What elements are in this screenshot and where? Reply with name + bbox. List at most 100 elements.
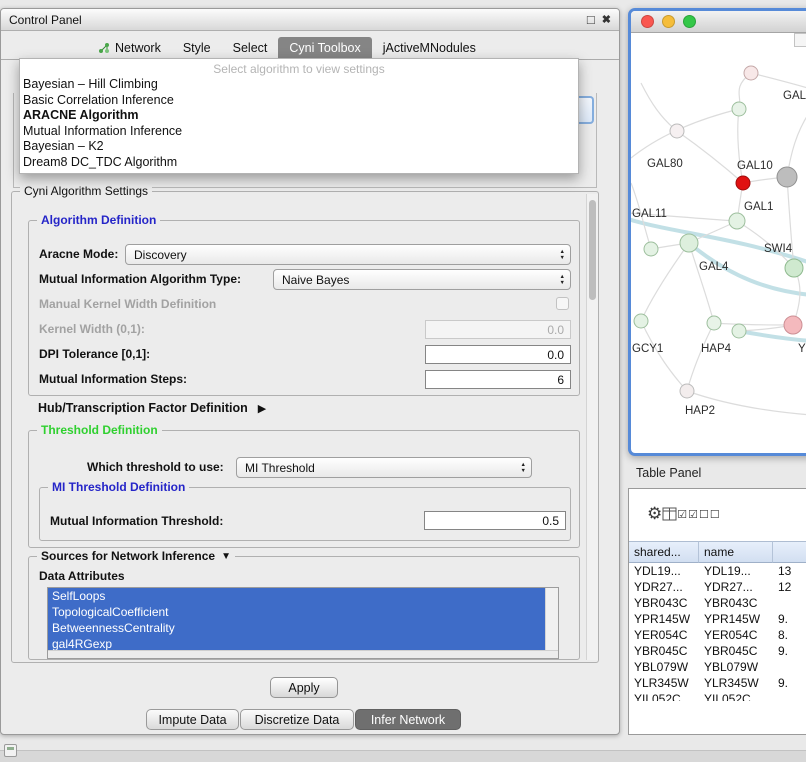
minimize-traffic-light[interactable] (662, 15, 675, 28)
network-canvas[interactable]: GAL GAL80 GAL10 GAL11 GAL1 SWI4 GAL4 GCY… (631, 33, 806, 453)
dpi-tolerance-label: DPI Tolerance [0,1]: (39, 347, 150, 361)
hub-section-toggle[interactable]: Hub/Transcription Factor Definition ▶ (38, 401, 266, 415)
node-gray[interactable] (777, 167, 797, 187)
cell: 12 (773, 579, 806, 595)
node-green-mid[interactable] (732, 324, 746, 338)
node-pink-right[interactable] (784, 316, 802, 334)
control-panel-titlebar[interactable]: Control Panel □ ✖ (1, 9, 619, 31)
dpi-tolerance-input[interactable]: 0.0 (425, 345, 571, 364)
manual-kernel-width-checkbox[interactable] (556, 297, 569, 310)
node-label-gal80: GAL80 (647, 158, 683, 170)
gear-icon[interactable]: ⚙ (647, 504, 662, 524)
tab-style[interactable]: Style (172, 37, 222, 59)
dpi-tolerance-value: 0.0 (547, 348, 564, 362)
table-row[interactable]: YDR27...YDR27...12 (629, 579, 806, 595)
column-header-shared[interactable]: shared... (629, 541, 699, 563)
combo-down-icon: ▼ (560, 255, 565, 261)
cell (773, 691, 806, 701)
float-window-icon[interactable]: □ (587, 12, 595, 27)
algorithm-option-bayesian-hill-climbing[interactable]: Bayesian – Hill Climbing (20, 77, 578, 93)
manual-kernel-width-label: Manual Kernel Width Definition (39, 297, 216, 311)
settings-scrollbar-thumb[interactable] (589, 200, 596, 300)
bottom-tab-impute-data[interactable]: Impute Data (146, 709, 239, 730)
column-header-extra[interactable] (773, 541, 806, 563)
table-row[interactable]: YBR045CYBR045C9. (629, 643, 806, 659)
node-green-upper[interactable] (732, 102, 746, 116)
settings-scrollbar[interactable] (586, 194, 598, 660)
node-swi4[interactable] (785, 259, 803, 277)
table-row[interactable]: YLR345WYLR345W9. (629, 675, 806, 691)
algorithm-option-mutual-information[interactable]: Mutual Information Inference (20, 124, 578, 140)
which-threshold-combo[interactable]: MI Threshold ▲▼ (236, 457, 532, 478)
mi-steps-value: 6 (557, 373, 564, 387)
node-label-gcy1: GCY1 (632, 343, 663, 355)
aracne-mode-combo[interactable]: Discovery ▲▼ (125, 244, 571, 265)
tab-jactivemnodules[interactable]: jActiveMNodules (372, 37, 487, 59)
zoom-traffic-light[interactable] (683, 15, 696, 28)
algorithm-option-aracne[interactable]: ARACNE Algorithm (20, 108, 578, 124)
minimized-panel-icon[interactable] (4, 744, 17, 757)
tab-select[interactable]: Select (222, 37, 279, 59)
control-panel-window: Control Panel □ ✖ Network Style Select C… (0, 8, 620, 735)
attributes-list-vscrollbar[interactable] (545, 588, 558, 650)
attribute-item-topologicalcoefficient[interactable]: TopologicalCoefficient (48, 604, 545, 620)
columns-icon[interactable] (662, 507, 677, 521)
close-panel-icon[interactable]: ✖ (602, 13, 611, 26)
tab-cyni-toolbox[interactable]: Cyni Toolbox (278, 37, 371, 59)
node-gal11[interactable] (644, 242, 658, 256)
apply-button[interactable]: Apply (270, 677, 338, 698)
attribute-item-betweennesscentrality[interactable]: BetweennessCentrality (48, 620, 545, 636)
column-header-name[interactable]: name (699, 541, 773, 563)
cell: 8. (773, 627, 806, 643)
cyni-algorithm-settings-group: Cyni Algorithm Settings Algorithm Defini… (11, 191, 599, 663)
mi-threshold-definition-title: MI Threshold Definition (48, 480, 189, 494)
bottom-tab-infer-network[interactable]: Infer Network (355, 709, 461, 730)
node-gal10-red[interactable] (736, 176, 750, 190)
table-row[interactable]: YDL19...YDL19...13 (629, 563, 806, 579)
node-label-gal: GAL (783, 90, 806, 102)
mi-algorithm-type-combo[interactable]: Naive Bayes ▲▼ (273, 269, 571, 290)
cell (773, 595, 806, 611)
mi-threshold-input[interactable]: 0.5 (424, 511, 566, 530)
algorithm-dropdown-popup: Select algorithm to view settings Bayesi… (19, 58, 579, 174)
control-panel-tabbar: Network Style Select Cyni Toolbox jActiv… (1, 35, 619, 60)
table-row[interactable]: YBL079WYBL079W (629, 659, 806, 675)
minimized-panel-glyph (7, 747, 14, 750)
attributes-list-hscrollbar[interactable] (48, 650, 558, 658)
algorithm-option-dream8[interactable]: Dream8 DC_TDC Algorithm (20, 155, 578, 171)
node-hap2[interactable] (680, 384, 694, 398)
tab-network[interactable]: Network (87, 37, 172, 59)
cell: 9. (773, 675, 806, 691)
node-gal4[interactable] (680, 234, 698, 252)
attribute-item-selfloops[interactable]: SelfLoops (48, 588, 545, 604)
node-hap4[interactable] (707, 316, 721, 330)
node-label-gal4: GAL4 (699, 261, 729, 273)
algorithm-option-basic-correlation[interactable]: Basic Correlation Inference (20, 93, 578, 109)
hidden-groupbox-right-border (596, 93, 597, 187)
cell: YLR345W (699, 675, 773, 691)
sources-section-toggle[interactable]: Sources for Network Inference ▼ (37, 549, 235, 563)
network-window-titlebar[interactable] (631, 11, 806, 33)
table-row[interactable]: YER054CYER054C8. (629, 627, 806, 643)
checked-rows-icon[interactable]: ☑☑ (677, 508, 699, 521)
kernel-width-input[interactable]: 0.0 (425, 320, 571, 339)
algorithm-combo-fragment[interactable] (579, 96, 594, 124)
data-attributes-label: Data Attributes (39, 569, 125, 583)
node-gal1[interactable] (729, 213, 745, 229)
close-traffic-light[interactable] (641, 15, 654, 28)
table-row[interactable]: YPR145WYPR145W9. (629, 611, 806, 627)
node-gal80[interactable] (670, 124, 684, 138)
node-gcy1[interactable] (634, 314, 648, 328)
table-row[interactable]: YBR043CYBR043C (629, 595, 806, 611)
threshold-definition-group: Threshold Definition Which threshold to … (28, 430, 580, 548)
algorithm-option-bayesian-k2[interactable]: Bayesian – K2 (20, 139, 578, 155)
mi-steps-input[interactable]: 6 (425, 370, 571, 389)
node-pink-top[interactable] (744, 66, 758, 80)
table-row[interactable]: YIL052CYIL052C (629, 691, 806, 701)
tab-label: jActiveMNodules (383, 41, 476, 55)
unchecked-rows-icon[interactable]: ☐☐ (699, 508, 721, 521)
data-attributes-list: SelfLoops TopologicalCoefficient Between… (47, 587, 559, 659)
combo-down-icon: ▼ (560, 280, 565, 286)
bottom-tab-discretize-data[interactable]: Discretize Data (240, 709, 354, 730)
combo-down-icon: ▼ (521, 468, 526, 474)
